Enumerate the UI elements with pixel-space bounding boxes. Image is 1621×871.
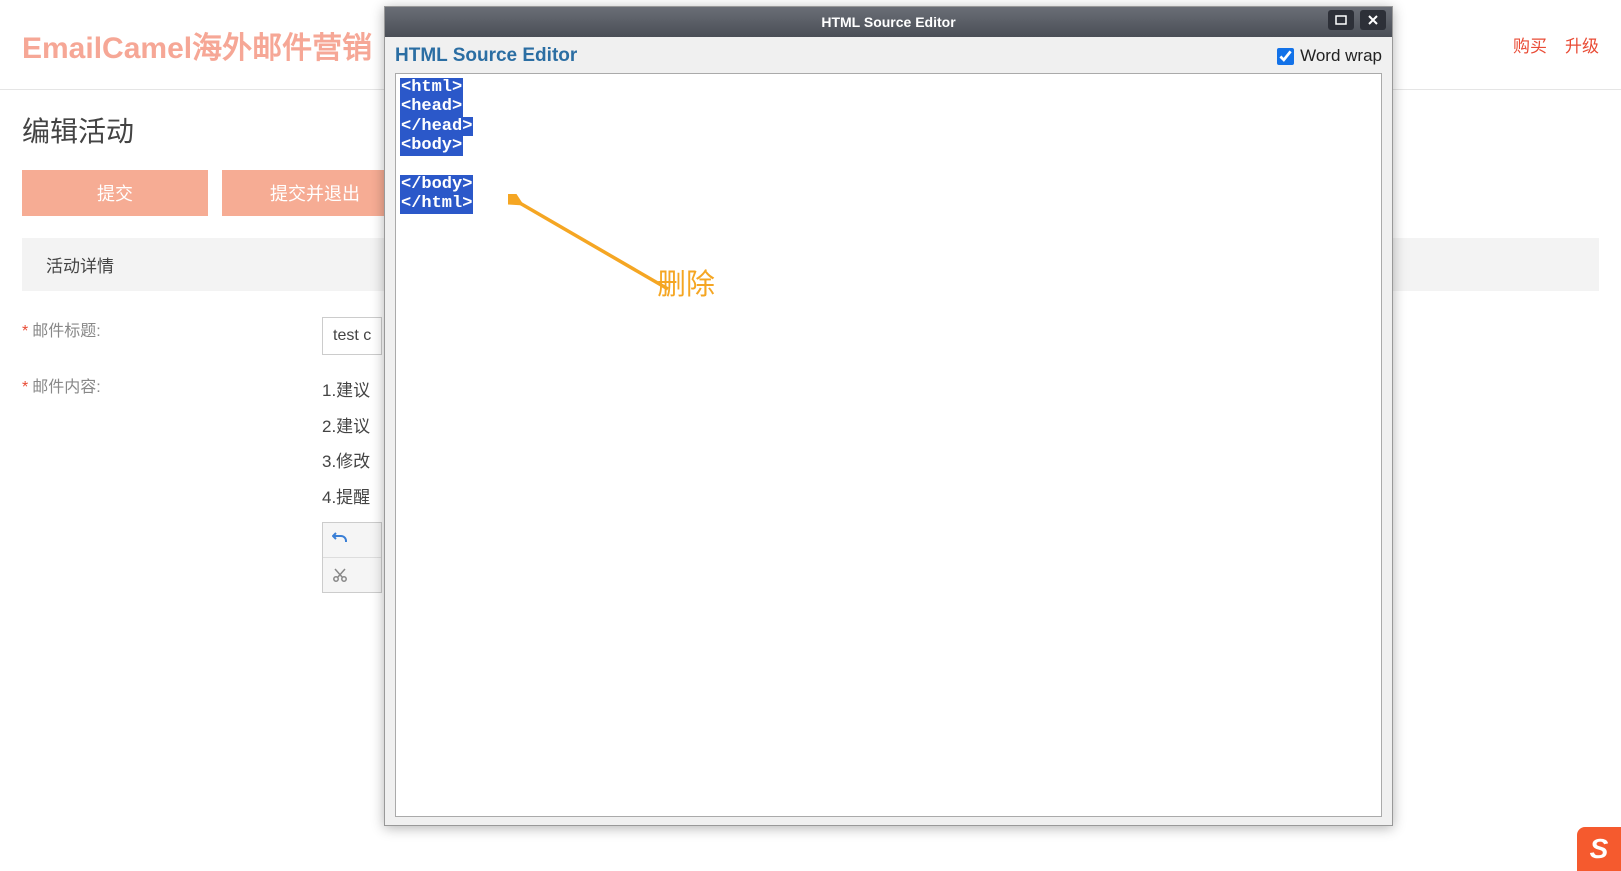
buy-link[interactable]: 购买	[1513, 32, 1547, 57]
dialog-header: HTML Source Editor Word wrap	[395, 45, 1382, 67]
dialog-body: HTML Source Editor Word wrap <html> <hea…	[385, 37, 1392, 825]
wordwrap-label: Word wrap	[1300, 46, 1382, 66]
code-line: <body>	[400, 136, 463, 155]
top-links: 购买 升级	[1513, 32, 1599, 57]
cut-button[interactable]	[323, 558, 357, 592]
logo: EmailCamel海外邮件营销	[22, 23, 372, 67]
maximize-icon	[1335, 15, 1347, 25]
tips-list: 1.建议 2.建议 3.修改 4.提醒	[322, 373, 382, 516]
wordwrap-checkbox[interactable]	[1277, 48, 1294, 65]
ime-badge[interactable]: S	[1577, 827, 1621, 871]
content-area: 1.建议 2.建议 3.修改 4.提醒	[322, 373, 382, 593]
submit-button[interactable]: 提交	[22, 170, 208, 216]
code-line: </html>	[400, 194, 473, 213]
dialog-titlebar[interactable]: HTML Source Editor	[385, 7, 1392, 37]
wordwrap-control[interactable]: Word wrap	[1277, 46, 1382, 66]
scissors-icon	[332, 567, 348, 583]
subject-input[interactable]	[322, 317, 382, 355]
code-line: <html>	[400, 78, 463, 97]
code-line: </body>	[400, 175, 473, 194]
undo-icon	[332, 532, 348, 548]
tip-item: 2.建议	[322, 409, 382, 445]
source-code-textarea[interactable]: <html> <head> </head> <body> </body> </h…	[395, 73, 1382, 817]
close-button[interactable]	[1360, 10, 1386, 30]
window-buttons	[1328, 10, 1386, 30]
html-source-editor-dialog: HTML Source Editor HTML Source Editor Wo…	[384, 6, 1393, 826]
dialog-title: HTML Source Editor	[821, 14, 955, 30]
undo-button[interactable]	[323, 523, 357, 557]
ime-letter: S	[1590, 833, 1609, 865]
close-icon	[1367, 15, 1379, 25]
tip-item: 3.修改	[322, 444, 382, 480]
annotation-text: 删除	[657, 270, 715, 303]
tip-item: 1.建议	[322, 373, 382, 409]
dialog-subtitle: HTML Source Editor	[395, 45, 577, 67]
maximize-button[interactable]	[1328, 10, 1354, 30]
submit-exit-button[interactable]: 提交并退出	[222, 170, 408, 216]
tip-item: 4.提醒	[322, 480, 382, 516]
editor-toolbar	[322, 522, 382, 593]
upgrade-link[interactable]: 升级	[1565, 32, 1599, 57]
code-line: </head>	[400, 117, 473, 136]
code-line: <head>	[400, 97, 463, 116]
content-label: *邮件内容:	[22, 373, 322, 397]
subject-label: *邮件标题:	[22, 317, 322, 341]
